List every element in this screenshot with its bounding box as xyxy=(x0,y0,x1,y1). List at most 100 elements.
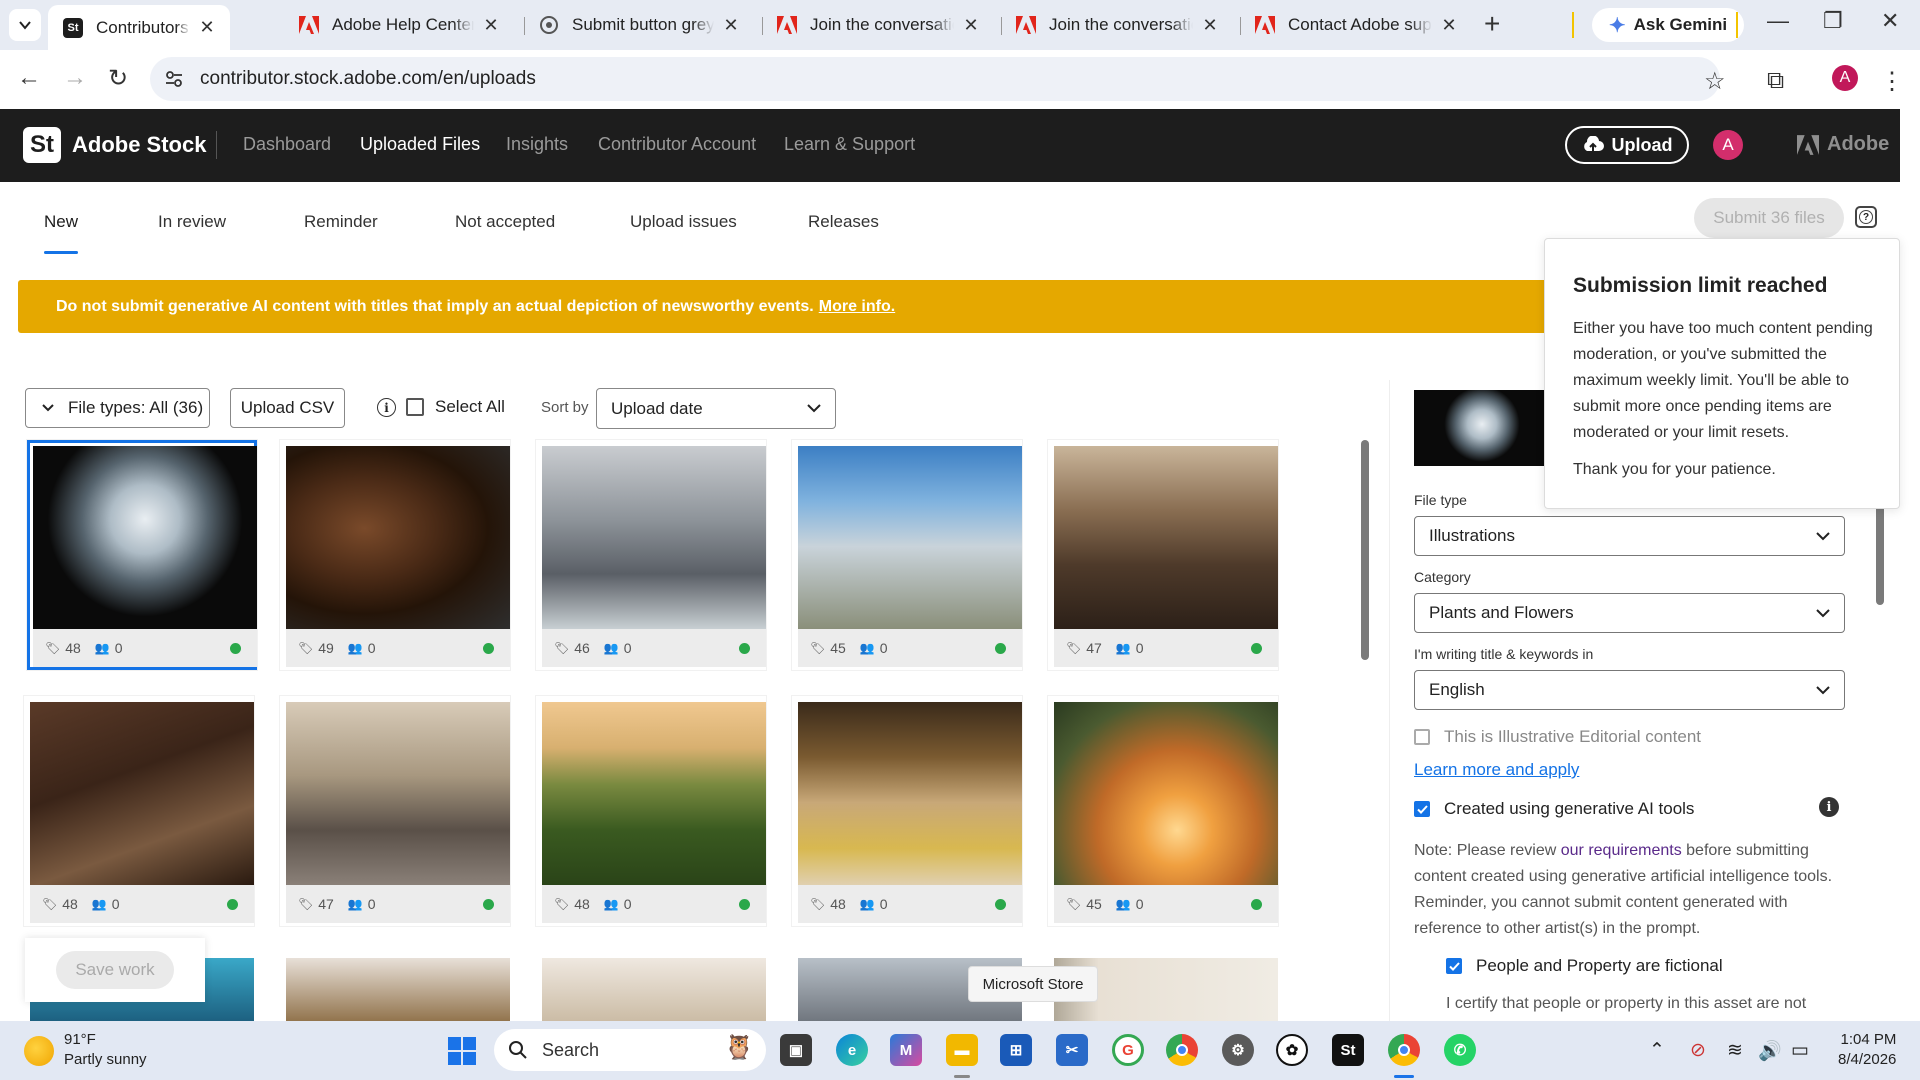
microsoft-store-icon[interactable]: ⊞ xyxy=(1000,1034,1032,1066)
editorial-checkbox[interactable]: This is Illustrative Editorial content xyxy=(1414,727,1701,747)
checkbox[interactable] xyxy=(1414,729,1430,745)
upload-card[interactable]: 🏷 48 👥 0 xyxy=(24,696,254,926)
taskbar-search[interactable]: Search 🦉 xyxy=(494,1029,766,1071)
maximize-icon[interactable]: ❐ xyxy=(1823,8,1843,34)
tab-contributors-uploaded[interactable]: St Contributors Uploaded Files ✕ xyxy=(48,5,230,50)
minimize-icon[interactable]: — xyxy=(1767,8,1789,34)
browser-profile-avatar[interactable]: A xyxy=(1832,65,1858,91)
tab-submit-greyed[interactable]: Submit button greyed out ✕ xyxy=(524,0,754,50)
nav-dashboard[interactable]: Dashboard xyxy=(243,134,331,155)
brand-name[interactable]: Adobe Stock xyxy=(72,132,206,158)
close-window-icon[interactable]: ✕ xyxy=(1881,8,1899,34)
tab-join-conversation-2[interactable]: Join the conversation | Adobe ✕ xyxy=(1001,0,1233,50)
new-tab-button[interactable]: + xyxy=(1484,10,1500,38)
info-icon[interactable]: i xyxy=(377,398,396,417)
file-explorer-icon[interactable]: ▬ xyxy=(946,1034,978,1066)
genai-checkbox[interactable]: Created using generative AI tools xyxy=(1414,799,1694,819)
adobe-stock-taskbar-icon[interactable]: St xyxy=(1332,1034,1364,1066)
close-tab-icon[interactable]: ✕ xyxy=(1440,15,1458,36)
bookmark-star-icon[interactable]: ☆ xyxy=(1704,67,1726,96)
close-tab-icon[interactable]: ✕ xyxy=(198,17,216,38)
site-settings-icon[interactable] xyxy=(164,69,186,89)
sort-dropdown[interactable]: Upload date xyxy=(596,388,836,429)
chrome-icon[interactable] xyxy=(1166,1034,1198,1066)
show-hidden-icons[interactable]: ⌃ xyxy=(1649,1039,1665,1062)
tab-not-accepted[interactable]: Not accepted xyxy=(455,212,555,232)
category-dropdown[interactable]: Plants and Flowers xyxy=(1414,593,1845,633)
weather-temp[interactable]: 91°F xyxy=(64,1031,96,1048)
task-view-icon[interactable]: ▣ xyxy=(780,1034,812,1066)
nav-learn-support[interactable]: Learn & Support xyxy=(784,134,915,155)
upload-button[interactable]: Upload xyxy=(1565,126,1689,164)
info-icon[interactable]: i xyxy=(1819,797,1839,817)
url-bar[interactable]: contributor.stock.adobe.com/en/uploads xyxy=(150,57,1720,101)
upload-card[interactable]: 🏷 48 👥 0 xyxy=(536,696,766,926)
security-icon[interactable]: ⊘ xyxy=(1690,1039,1706,1062)
chatgpt-icon[interactable]: ✿ xyxy=(1276,1034,1308,1066)
more-menu-icon[interactable]: ⋮ xyxy=(1880,67,1904,96)
tab-in-review[interactable]: In review xyxy=(158,212,226,232)
system-clock[interactable]: 1:04 PM 8/4/2026 xyxy=(1838,1030,1896,1070)
tab-reminder[interactable]: Reminder xyxy=(304,212,378,232)
google-icon[interactable]: G xyxy=(1112,1034,1144,1066)
upload-card[interactable]: 🏷 49 👥 0 xyxy=(280,440,510,670)
upload-card[interactable] xyxy=(280,952,510,1027)
nav-uploaded-files[interactable]: Uploaded Files xyxy=(360,134,480,155)
save-work-button[interactable]: Save work xyxy=(56,951,174,989)
upload-csv-button[interactable]: Upload CSV xyxy=(230,388,345,428)
submit-files-button[interactable]: Submit 36 files xyxy=(1694,198,1844,238)
close-tab-icon[interactable]: ✕ xyxy=(962,15,980,36)
language-dropdown[interactable]: English xyxy=(1414,670,1845,710)
ask-gemini-button[interactable]: ✦ Ask Gemini xyxy=(1592,8,1744,42)
weather-sun-icon[interactable] xyxy=(24,1036,54,1066)
adobe-stock-logo[interactable]: St xyxy=(23,127,61,163)
checkbox-checked[interactable] xyxy=(1446,958,1462,974)
extensions-icon[interactable]: ⧉ xyxy=(1767,67,1784,95)
close-tab-icon[interactable]: ✕ xyxy=(482,15,500,36)
adobe-link[interactable]: Adobe xyxy=(1797,133,1889,156)
our-requirements-link[interactable]: our requirements xyxy=(1561,842,1682,859)
learn-more-link[interactable]: Learn more and apply xyxy=(1414,760,1579,780)
upload-card[interactable]: 🏷 45 👥 0 xyxy=(792,440,1022,670)
help-button[interactable]: ? xyxy=(1855,206,1877,228)
m365-icon[interactable]: M xyxy=(890,1034,922,1066)
fictional-checkbox[interactable]: People and Property are fictional xyxy=(1446,956,1723,976)
chrome-profile-icon[interactable] xyxy=(1388,1034,1420,1066)
upload-card[interactable] xyxy=(536,952,766,1027)
volume-icon[interactable]: 🔊 xyxy=(1758,1039,1782,1063)
panel-scrollbar-thumb[interactable] xyxy=(1876,495,1884,605)
more-info-link[interactable]: More info. xyxy=(819,298,895,316)
tab-contact-support[interactable]: Contact Adobe support ✕ xyxy=(1240,0,1472,50)
close-tab-icon[interactable]: ✕ xyxy=(1201,15,1219,36)
user-avatar[interactable]: A xyxy=(1713,130,1743,160)
upload-card[interactable]: 🏷 47 👥 0 xyxy=(280,696,510,926)
select-all-checkbox[interactable]: Select All xyxy=(406,397,505,417)
tab-join-conversation-1[interactable]: Join the conversation | Adobe ✕ xyxy=(762,0,994,50)
back-icon[interactable]: ← xyxy=(17,64,41,92)
close-tab-icon[interactable]: ✕ xyxy=(722,15,740,36)
upload-card[interactable]: 🏷 47 👥 0 xyxy=(1048,440,1278,670)
windows-start-icon[interactable] xyxy=(448,1037,476,1065)
file-types-filter[interactable]: File types: All (36) xyxy=(25,388,210,428)
forward-icon[interactable]: → xyxy=(63,64,87,92)
wifi-icon[interactable]: ≋ xyxy=(1727,1039,1743,1062)
nav-insights[interactable]: Insights xyxy=(506,134,568,155)
tab-new[interactable]: New xyxy=(44,212,78,232)
checkbox-checked[interactable] xyxy=(1414,801,1430,817)
tab-upload-issues[interactable]: Upload issues xyxy=(630,212,737,232)
settings-gear-icon[interactable]: ⚙ xyxy=(1222,1034,1254,1066)
weather-desc[interactable]: Partly sunny xyxy=(64,1051,147,1068)
reload-icon[interactable]: ↻ xyxy=(108,64,128,93)
tab-search-button[interactable] xyxy=(9,9,41,41)
snipping-tool-icon[interactable]: ✂ xyxy=(1056,1034,1088,1066)
grid-scrollbar-thumb[interactable] xyxy=(1361,440,1369,660)
battery-icon[interactable]: ▭ xyxy=(1791,1039,1809,1062)
upload-card[interactable]: 🏷 48 👥 0 xyxy=(27,440,257,670)
tab-adobe-help[interactable]: Adobe Help Center ✕ xyxy=(284,0,514,50)
file-type-dropdown[interactable]: Illustrations xyxy=(1414,516,1845,556)
upload-card[interactable]: 🏷 48 👥 0 xyxy=(792,696,1022,926)
edge-icon[interactable]: e xyxy=(836,1034,868,1066)
upload-card[interactable]: 🏷 46 👥 0 xyxy=(536,440,766,670)
checkbox[interactable] xyxy=(406,398,424,416)
whatsapp-icon[interactable]: ✆ xyxy=(1444,1034,1476,1066)
